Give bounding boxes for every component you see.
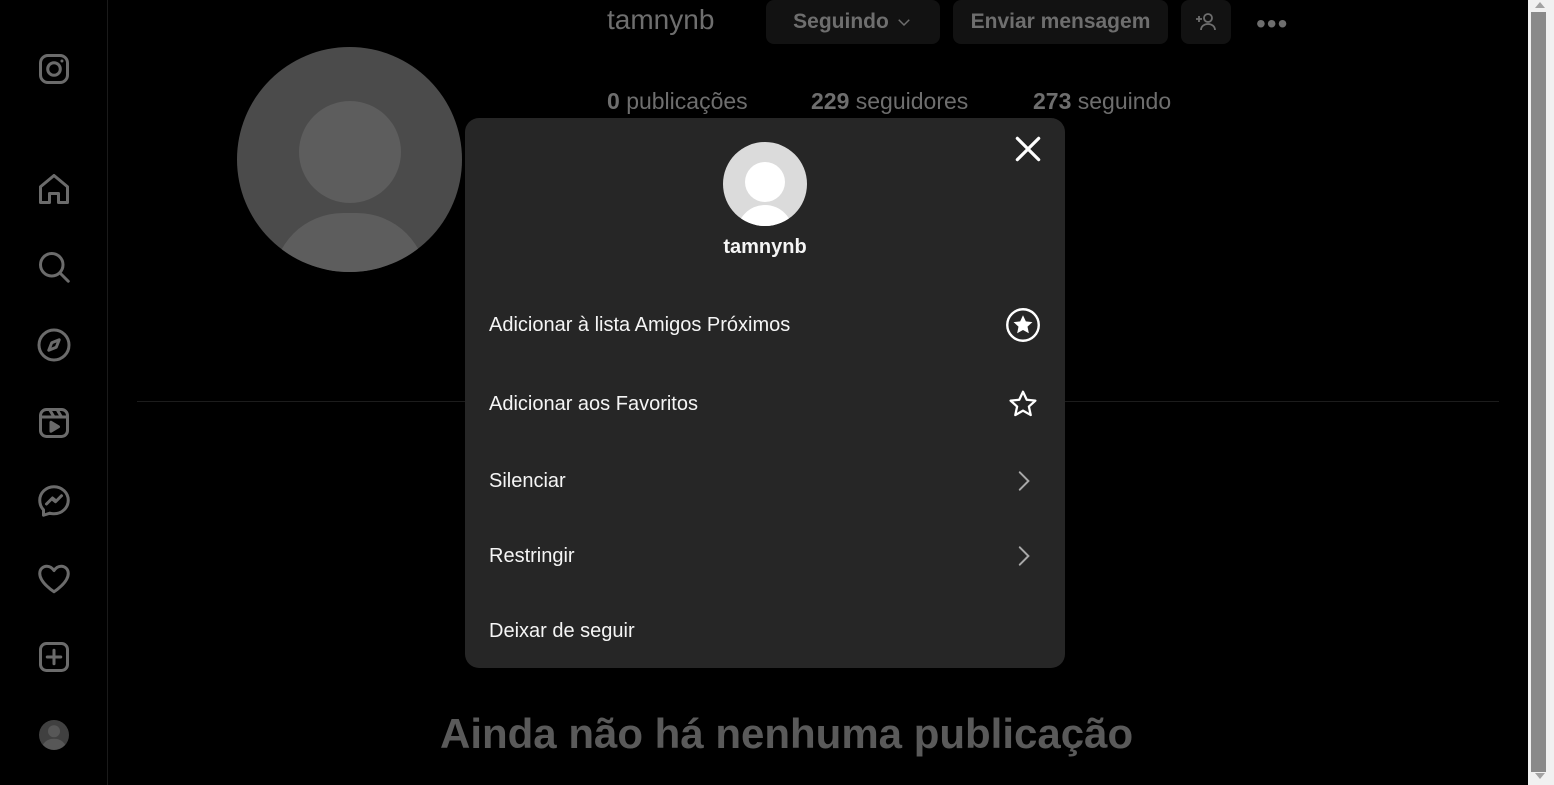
send-message-button[interactable]: Enviar mensagem	[953, 0, 1168, 44]
add-favorites-item[interactable]: Adicionar aos Favoritos	[465, 374, 1065, 434]
scroll-up-arrow[interactable]	[1535, 2, 1545, 8]
mute-label: Silenciar	[489, 469, 566, 492]
sidebar	[0, 0, 108, 785]
explore-icon[interactable]	[34, 325, 74, 365]
posts-stat: 0 publicações	[607, 88, 748, 114]
add-favorites-label: Adicionar aos Favoritos	[489, 392, 698, 415]
add-close-friends-label: Adicionar à lista Amigos Próximos	[489, 313, 791, 336]
empty-posts-title: Ainda não há nenhuma publicação	[440, 710, 1134, 757]
chevron-down-icon	[898, 19, 910, 27]
search-icon[interactable]	[34, 247, 74, 287]
profile-username: tamnynb	[607, 4, 715, 35]
unfollow-item[interactable]: Deixar de seguir	[465, 601, 1065, 661]
more-options-icon[interactable]: •••	[1256, 8, 1288, 40]
following-label: Seguindo	[793, 10, 889, 33]
add-close-friends-item[interactable]: Adicionar à lista Amigos Próximos	[465, 295, 1065, 355]
following-stat[interactable]: 273 seguindo	[1033, 88, 1171, 115]
restrict-item[interactable]: Restringir	[465, 526, 1065, 586]
home-icon[interactable]	[34, 169, 74, 209]
suggest-users-button[interactable]	[1181, 0, 1231, 44]
modal-avatar	[723, 142, 807, 226]
close-icon[interactable]	[1012, 133, 1044, 165]
create-icon[interactable]	[34, 637, 74, 677]
following-options-modal: tamnynb Adicionar à lista Amigos Próximo…	[465, 118, 1065, 668]
messenger-icon[interactable]	[34, 481, 74, 521]
profile-avatar-large[interactable]	[237, 47, 462, 272]
reels-icon[interactable]	[34, 403, 74, 443]
chevron-right-icon	[1005, 538, 1041, 574]
scroll-down-arrow[interactable]	[1535, 773, 1545, 779]
mute-item[interactable]: Silenciar	[465, 451, 1065, 511]
instagram-icon[interactable]	[34, 49, 74, 89]
add-user-icon	[1196, 13, 1216, 31]
modal-username: tamnynb	[723, 236, 807, 258]
heart-icon[interactable]	[34, 559, 74, 599]
followers-stat[interactable]: 229 seguidores	[811, 88, 968, 115]
chevron-right-icon	[1005, 463, 1041, 499]
send-message-label: Enviar mensagem	[970, 10, 1151, 33]
star-outline-icon	[1005, 386, 1041, 422]
scrollbar[interactable]	[1528, 0, 1554, 785]
following-button[interactable]: Seguindo	[766, 0, 940, 44]
profile-avatar[interactable]	[34, 715, 74, 755]
restrict-label: Restringir	[489, 544, 575, 567]
close-friends-star-icon	[1005, 307, 1041, 343]
scroll-thumb[interactable]	[1531, 12, 1546, 772]
unfollow-label: Deixar de seguir	[489, 619, 635, 642]
